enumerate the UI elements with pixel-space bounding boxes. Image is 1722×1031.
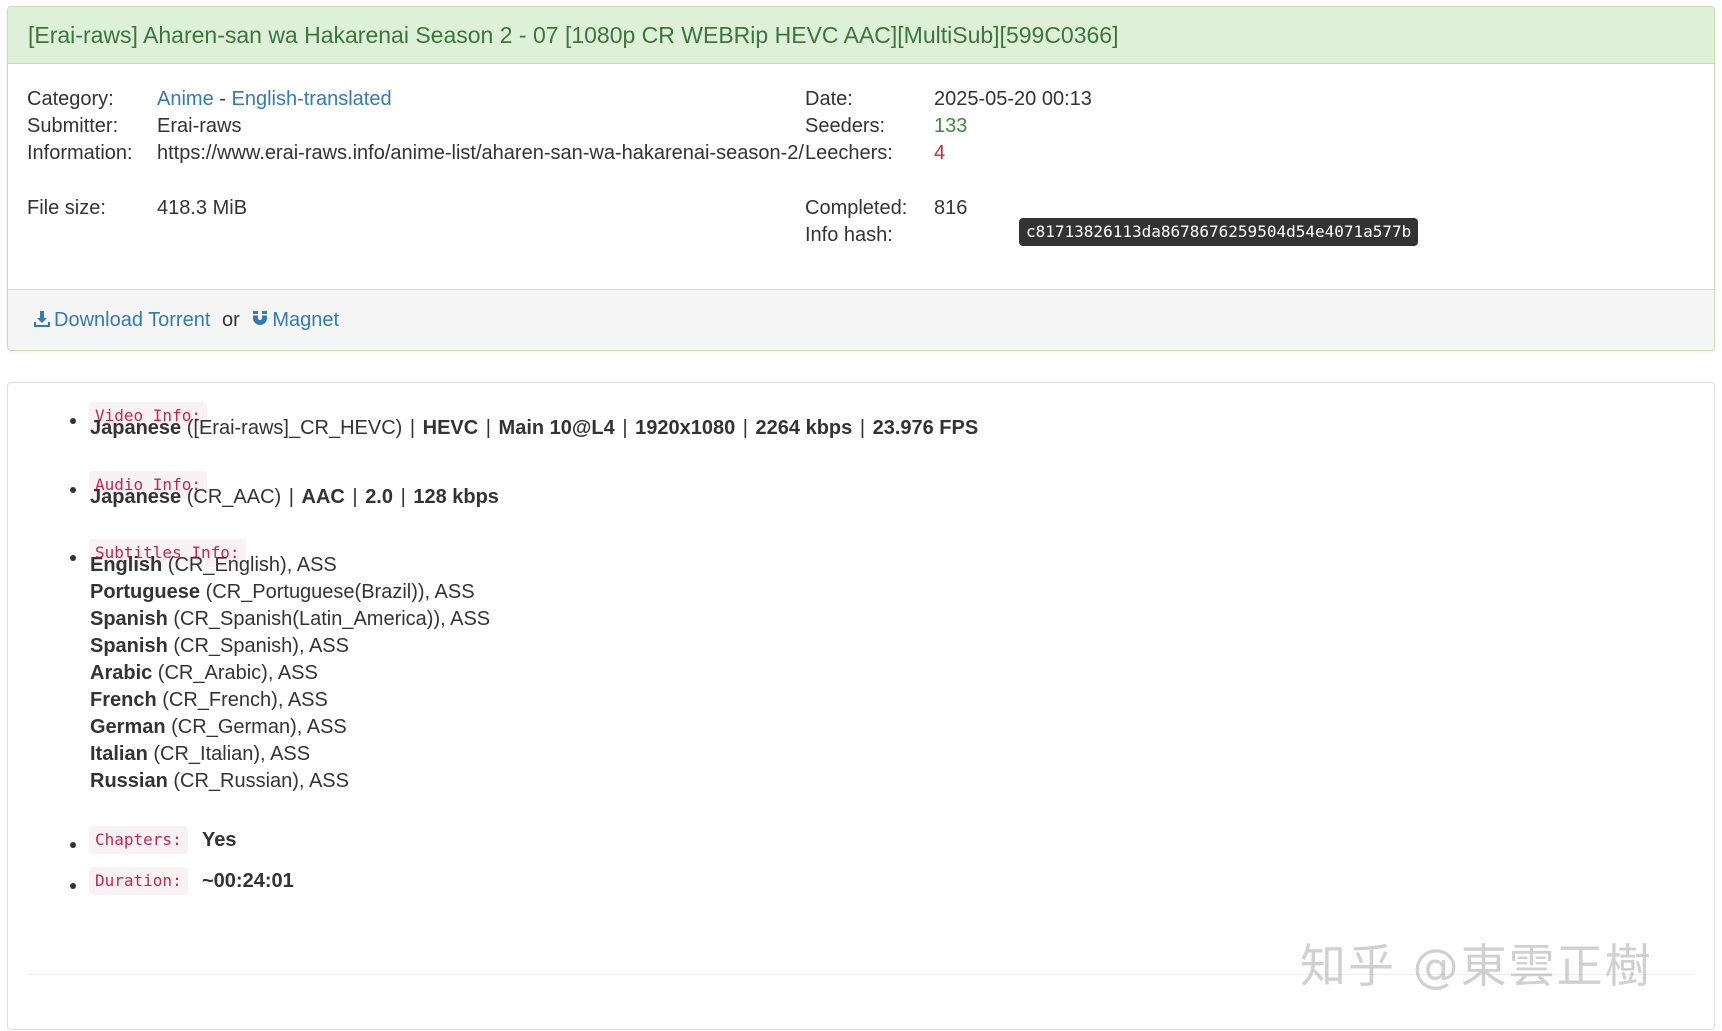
infohash-value: c81713826113da8678676259504d54e4071a577b (1019, 218, 1419, 246)
subtitle-line: English (CR_English), ASS (90, 554, 337, 577)
information-link[interactable]: https://www.erai-raws.info/anime-list/ah… (157, 138, 837, 168)
subtitle-detail: (CR_Arabic), ASS (152, 662, 318, 684)
subtitle-detail: (CR_Spanish(Latin_America)), ASS (167, 608, 491, 630)
subtitle-lang: Spanish (90, 635, 168, 657)
submitter-link[interactable]: Erai-raws (157, 115, 241, 138)
pipe: | (742, 417, 748, 439)
subtitle-detail: (CR_Russian), ASS (167, 770, 349, 792)
magnet-icon (251, 292, 269, 350)
torrent-title: [Erai-raws] Aharen-san wa Hakarenai Seas… (8, 7, 1714, 64)
subtitle-lang: German (90, 716, 166, 738)
pipe: | (622, 417, 628, 439)
pipe: | (409, 417, 416, 439)
bullet (70, 418, 76, 424)
video-source: ([Erai-raws]_CR_HEVC) (181, 417, 408, 439)
bullet (70, 842, 76, 848)
torrent-panel: [Erai-raws] Aharen-san wa Hakarenai Seas… (7, 6, 1715, 351)
audio-channels: 2.0 (365, 486, 393, 508)
date-label: Date: (805, 88, 853, 110)
subtitle-detail: (CR_French), ASS (156, 689, 328, 711)
video-profile: Main 10@L4 (498, 417, 615, 439)
video-resolution: 1920x1080 (635, 417, 736, 439)
subtitle-lang: Spanish (90, 608, 168, 630)
duration-value: ~00:24:01 (202, 870, 294, 892)
download-torrent-link[interactable]: Download Torrent (33, 309, 216, 331)
subtitle-lang: Arabic (90, 662, 153, 684)
video-info-line: Japanese ([Erai-raws]_CR_HEVC) | HEVC | … (90, 417, 978, 440)
magnet-label: Magnet (272, 309, 340, 331)
download-icon (33, 292, 51, 350)
subtitle-detail: (CR_German), ASS (165, 716, 347, 738)
subtitle-lang: Italian (90, 743, 148, 765)
subtitle-line: Spanish (CR_Spanish), ASS (90, 635, 349, 658)
subtitle-lang: Russian (90, 770, 168, 792)
subtitle-line: Italian (CR_Italian), ASS (90, 743, 310, 766)
pipe: | (352, 486, 358, 508)
infohash-label: Info hash: (805, 224, 893, 246)
pipe: | (485, 417, 491, 439)
download-torrent-label: Download Torrent (54, 309, 211, 331)
pipe: | (400, 486, 406, 508)
subtitle-line: Portuguese (CR_Portuguese(Brazil)), ASS (90, 581, 475, 604)
bullet (70, 883, 76, 889)
subtitle-detail: (CR_Portuguese(Brazil)), ASS (200, 581, 475, 603)
audio-codec: AAC (301, 486, 345, 508)
subtitle-line: German (CR_German), ASS (90, 716, 347, 739)
watermark: 知乎 @東雲正樹 (1300, 939, 1653, 993)
subtitle-lang: Portuguese (90, 581, 201, 603)
filesize-label: File size: (27, 197, 106, 219)
subtitle-lang: French (90, 689, 157, 711)
filesize-value: 418.3 MiB (157, 197, 248, 219)
category-main-link[interactable]: Anime (157, 88, 214, 110)
seeders-label: Seeders: (805, 115, 886, 137)
leechers-value: 4 (934, 142, 946, 164)
subtitle-detail: (CR_Spanish), ASS (167, 635, 349, 657)
bullet (70, 487, 76, 493)
subtitle-detail: (CR_Italian), ASS (147, 743, 311, 765)
audio-info-line: Japanese (CR_AAC) | AAC | 2.0 | 128 kbps (90, 486, 499, 509)
or-text: or (221, 309, 240, 331)
subtitle-line: French (CR_French), ASS (90, 689, 328, 712)
audio-lang: Japanese (90, 486, 182, 508)
subtitle-line: Spanish (CR_Spanish(Latin_America)), ASS (90, 608, 490, 631)
pipe: | (288, 486, 294, 508)
torrent-actions: Download Torrent or Magnet (8, 289, 1714, 350)
category-sub-link[interactable]: English-translated (231, 88, 391, 110)
information-label: Information: (27, 142, 133, 164)
completed-value: 816 (934, 197, 968, 219)
subtitle-detail: (CR_English), ASS (162, 554, 337, 576)
category-value: Anime - English-translated (157, 88, 392, 111)
video-codec: HEVC (422, 417, 479, 439)
submitter-label: Submitter: (27, 115, 119, 137)
torrent-details: Category: Anime - English-translated Sub… (8, 64, 1714, 290)
subtitle-line: Arabic (CR_Arabic), ASS (90, 662, 318, 685)
bullet (70, 555, 76, 561)
subtitle-lang: English (90, 554, 163, 576)
audio-bitrate: 128 kbps (413, 486, 499, 508)
video-fps: 23.976 FPS (872, 417, 979, 439)
video-lang: Japanese (90, 417, 182, 439)
magnet-link[interactable]: Magnet (251, 309, 339, 331)
chapters-value: Yes (202, 829, 237, 851)
seeders-value: 133 (934, 115, 968, 137)
duration-tag: Duration: (89, 867, 188, 895)
audio-source: (CR_AAC) (181, 486, 287, 508)
subtitle-line: Russian (CR_Russian), ASS (90, 770, 349, 793)
leechers-label: Leechers: (805, 142, 893, 164)
completed-label: Completed: (805, 197, 908, 219)
category-separator: - (213, 88, 232, 110)
video-bitrate: 2264 kbps (755, 417, 853, 439)
category-label: Category: (27, 88, 114, 110)
pipe: | (859, 417, 866, 439)
chapters-tag: Chapters: (89, 826, 188, 854)
date-value: 2025-05-20 00:13 (934, 88, 1092, 110)
